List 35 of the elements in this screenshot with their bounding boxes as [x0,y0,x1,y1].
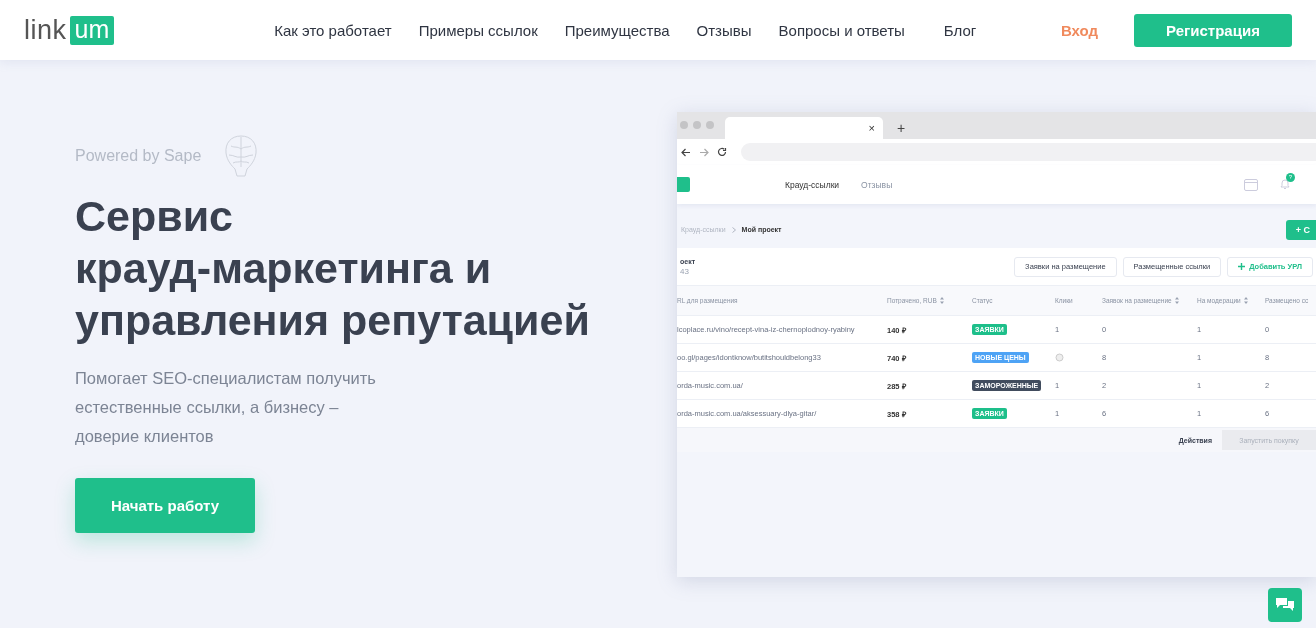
chat-icon [1275,597,1295,613]
logo-word[interactable]: link [24,14,67,46]
nav-link[interactable]: Отзывы [696,21,752,39]
app-nav-tab[interactable]: Отзывы [861,179,893,190]
login-link[interactable]: Вход [1060,21,1098,39]
nav-link[interactable]: Примеры ссылок [418,21,538,39]
nav-link[interactable]: Как это работает [274,21,392,39]
nav-link[interactable]: Преимущества [564,21,670,39]
close-icon[interactable]: × [868,122,875,134]
hero-subtitle: Помогает SEO-специалистам получить естественные ссылки, а бизнесу – доверие клиентов [75,368,377,447]
logo-badge[interactable]: um [69,15,115,45]
brain-icon [223,134,260,178]
sort-icon[interactable] [1174,297,1179,304]
register-button[interactable]: Регистрация [1134,13,1292,47]
nav-link[interactable]: Блог [943,21,977,39]
app-nav-tab[interactable]: Крауд-ссылки [785,179,840,190]
start-button[interactable]: Начать работу [75,478,255,533]
back-icon[interactable] [681,147,691,157]
new-tab-icon[interactable]: + [897,120,906,136]
wallet-icon[interactable] [1244,178,1258,191]
sort-icon[interactable] [1243,297,1248,304]
sort-icon[interactable] [939,297,944,304]
forward-icon[interactable] [699,147,709,157]
hero-title: Сервис крауд-маркетинга и управления репутацией [75,191,590,346]
browser-tab[interactable]: × [725,117,883,139]
add-button[interactable]: + С [1285,219,1316,240]
plus-icon [1238,263,1246,270]
reload-icon[interactable] [717,147,727,157]
window-dots-icon [679,120,717,130]
bell-icon[interactable] [1280,177,1290,190]
project-subtitle: 43 [680,266,690,276]
powered-by-text: Powered by Sape [75,147,202,165]
nav-link[interactable]: Вопросы и ответы [778,21,905,39]
chevron-icon [731,226,736,233]
chat-button[interactable] [1268,588,1302,622]
